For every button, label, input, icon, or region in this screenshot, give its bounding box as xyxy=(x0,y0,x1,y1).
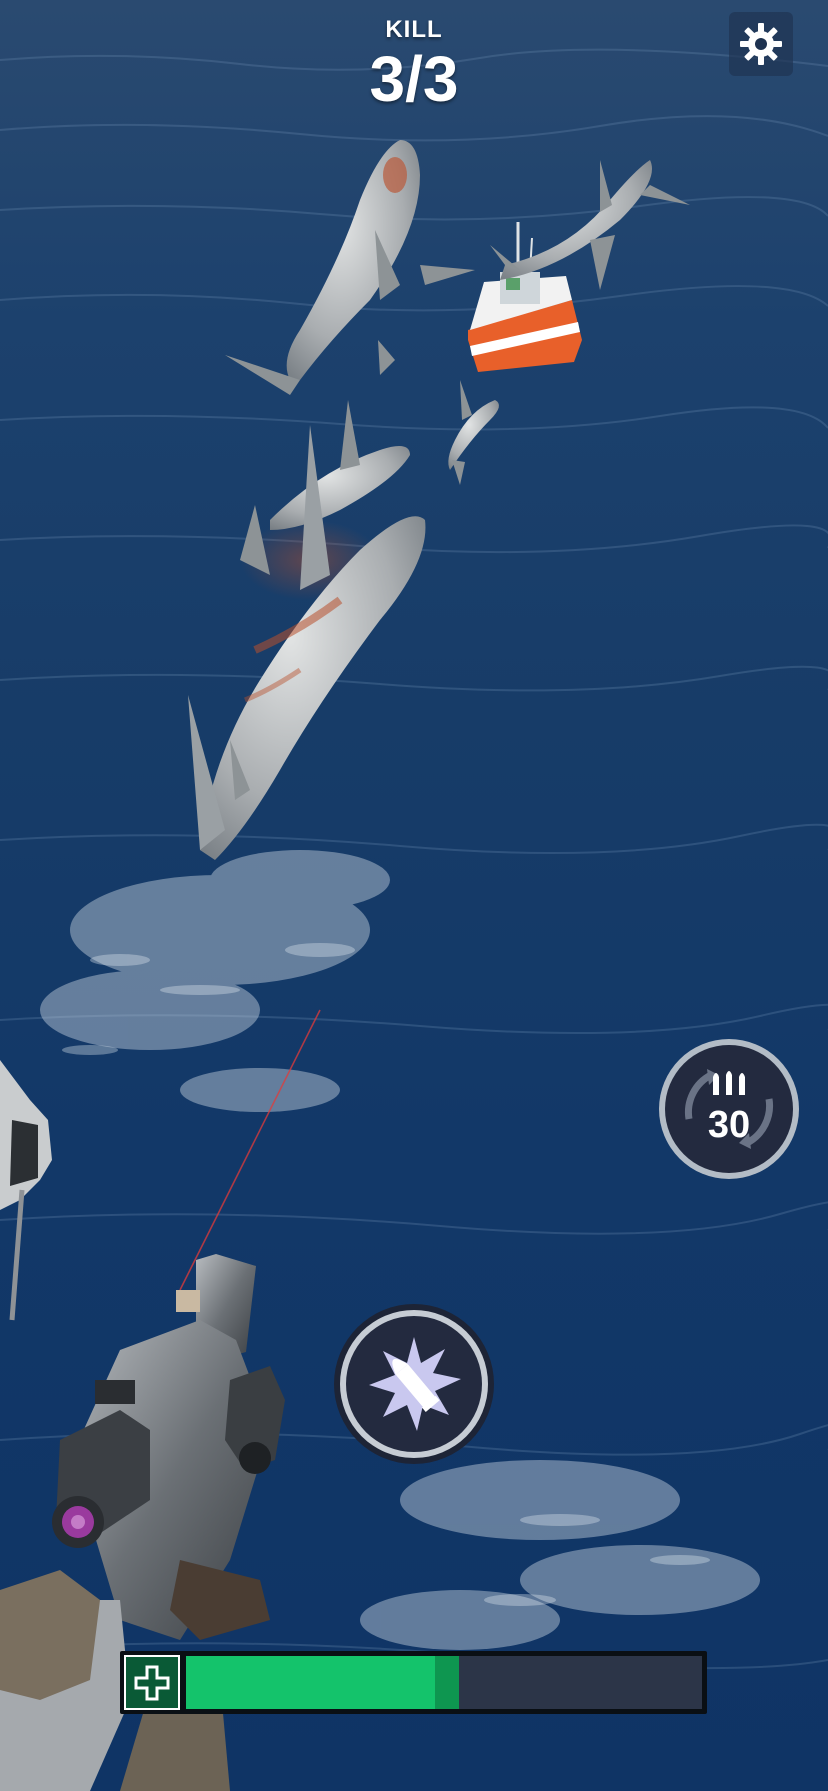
plus-icon xyxy=(134,1665,170,1700)
shark-far-right xyxy=(490,160,690,290)
kill-count: 3/3 xyxy=(369,43,459,115)
shark-leaping xyxy=(225,140,475,395)
health-fill-edge xyxy=(435,1656,459,1709)
shark-foreground xyxy=(188,425,426,860)
health-track xyxy=(186,1656,702,1709)
gear-icon xyxy=(740,23,782,65)
settings-button[interactable] xyxy=(729,12,793,76)
health-fill xyxy=(186,1656,459,1709)
shark-mid xyxy=(270,400,410,530)
laser-sight xyxy=(179,1009,321,1291)
reload-button[interactable]: 30 xyxy=(657,1037,801,1181)
helicopter-door-frame xyxy=(0,1060,52,1321)
health-icon-box xyxy=(124,1655,180,1710)
kill-label: KILL xyxy=(385,16,443,43)
bullet-burst-icon xyxy=(334,1304,494,1464)
ocean-scene xyxy=(0,48,828,1791)
game-viewport[interactable]: KILL 3/3 30 xyxy=(0,0,828,1791)
fire-button[interactable] xyxy=(333,1303,495,1465)
ammo-count: 30 xyxy=(707,1104,751,1146)
shark-small xyxy=(448,380,499,485)
kill-counter: KILL 3/3 xyxy=(314,16,514,112)
health-bar xyxy=(120,1651,707,1714)
